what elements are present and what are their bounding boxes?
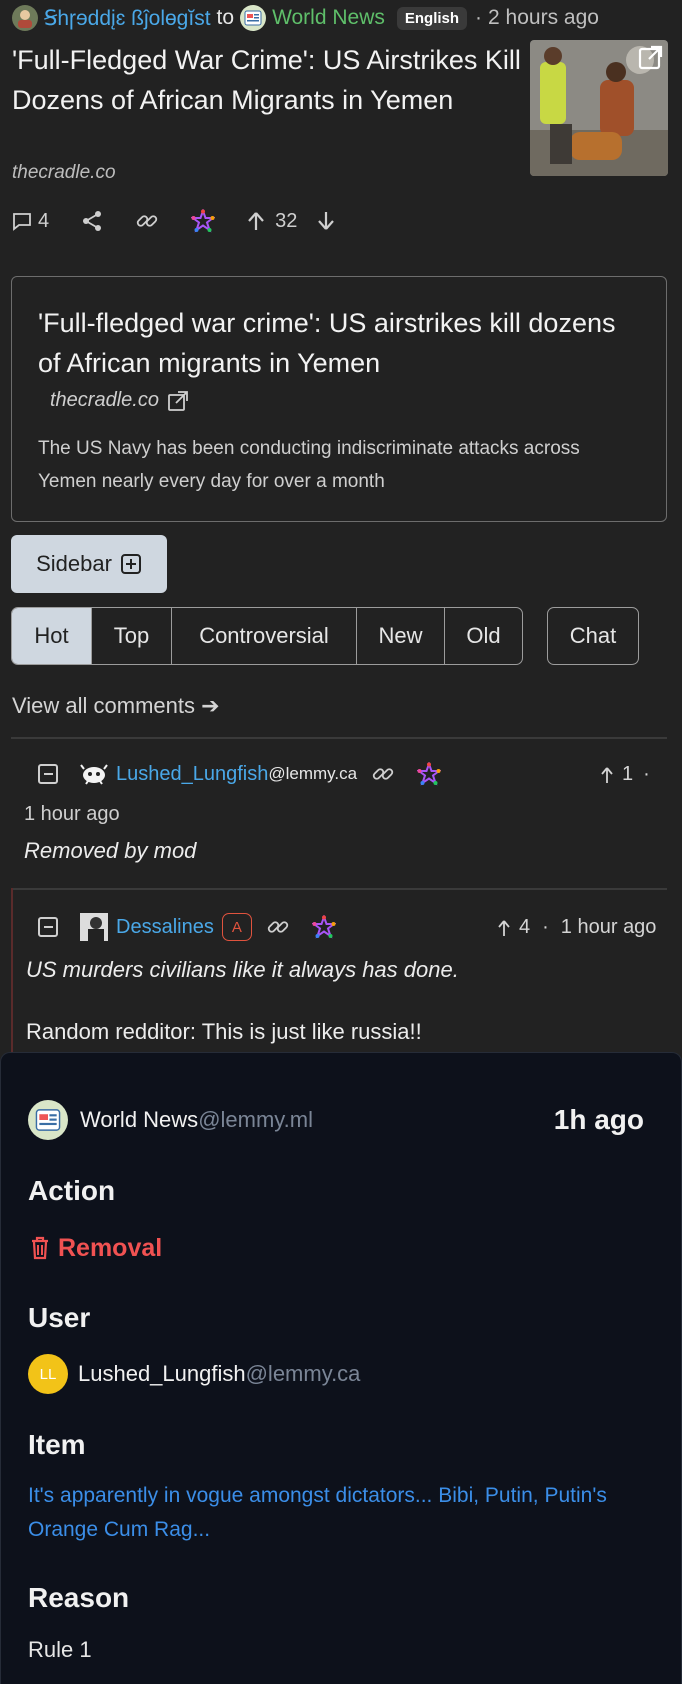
modlog-community-instance: @lemmy.ml	[198, 1107, 313, 1132]
embed-domain-text: thecradle.co	[50, 389, 159, 411]
copy-link-button[interactable]	[135, 209, 159, 233]
modlog-time: 1h ago	[553, 1104, 644, 1135]
post-score: 32	[275, 209, 298, 232]
plus-box-icon	[120, 554, 141, 574]
comments-button[interactable]: 4	[12, 210, 49, 233]
link-icon	[372, 768, 394, 780]
embed-domain[interactable]: thecradle.co	[50, 389, 189, 412]
modlog-item-link[interactable]: It's apparently in vogue amongst dictato…	[28, 1479, 658, 1547]
comment-time: 1 hour ago	[560, 916, 657, 938]
world-news-icon	[28, 1100, 68, 1140]
modlog-user-instance: @lemmy.ca	[245, 1361, 361, 1386]
fediverse-star-icon	[417, 762, 442, 786]
modlog-user-heading: User	[28, 1302, 91, 1333]
comment-username[interactable]: Lushed_Lungfish	[116, 763, 268, 786]
upvote-icon	[498, 919, 510, 936]
modlog-reason: Rule 1	[28, 1637, 92, 1662]
comment-score[interactable]: 4 · 1 hour ago	[497, 916, 656, 939]
modlog-username: Lushed_Lungfish	[78, 1361, 246, 1386]
to-text: to	[216, 6, 235, 29]
fediverse-star-icon	[311, 915, 336, 939]
chat-button[interactable]: Chat	[547, 607, 639, 665]
upvote-button[interactable]: 32	[247, 210, 297, 233]
language-badge: English	[396, 6, 468, 30]
downvote-icon	[318, 212, 335, 230]
user-initials-avatar: LL	[28, 1354, 68, 1394]
user-avatar-icon[interactable]	[80, 913, 108, 941]
modlog-community[interactable]: World News @lemmy.ml	[28, 1100, 313, 1140]
external-link-icon	[168, 390, 188, 411]
author-link[interactable]: Ꞩhɼɘddįɛ ßĵolɵgĭst	[44, 6, 211, 31]
collapse-icon[interactable]	[38, 917, 58, 937]
comment-header: Lushed_Lungfish @lemmy.ca	[38, 758, 442, 790]
share-icon	[83, 211, 102, 231]
meta-separator: ·	[475, 6, 483, 29]
post-actions: 4 32	[12, 206, 367, 236]
comment-sort-tabs: Hot Top Controversial New Old	[11, 607, 523, 665]
author-avatar-icon[interactable]	[12, 5, 38, 31]
comment-header: Dessalines A	[38, 911, 336, 943]
external-link-icon[interactable]	[638, 44, 664, 75]
sidebar-button[interactable]: Sidebar	[11, 535, 167, 593]
fediverse-star-icon	[191, 209, 216, 233]
sidebar-button-label: Sidebar	[36, 551, 112, 576]
embed-description: The US Navy has been conducting indiscri…	[38, 438, 580, 492]
comment-score[interactable]: 1 ·	[600, 763, 650, 786]
post-thumbnail[interactable]	[530, 40, 668, 176]
comment-body: Removed by mod	[24, 838, 197, 863]
comment-icon	[13, 213, 31, 231]
modlog-item-heading: Item	[28, 1429, 86, 1460]
comments-divider	[11, 737, 667, 739]
modlog-action-text: Removal	[58, 1233, 163, 1262]
comment-body-line-2: Random redditor: This is just like russi…	[26, 1019, 422, 1044]
comment-count: 4	[38, 209, 50, 232]
comments-divider	[11, 888, 667, 890]
view-all-comments-link[interactable]: View all comments ➔	[12, 693, 220, 719]
post-time: 2 hours ago	[488, 6, 599, 29]
link-icon	[267, 921, 288, 933]
post-domain[interactable]: thecradle.co	[12, 162, 116, 184]
sort-tab-new[interactable]: New	[357, 608, 445, 664]
world-news-icon[interactable]	[240, 5, 267, 31]
sort-tab-hot[interactable]: Hot	[12, 608, 92, 664]
admin-badge: A	[221, 913, 252, 941]
share-button[interactable]	[81, 210, 103, 232]
comment-body-line-1: US murders civilians like it always has …	[26, 957, 459, 982]
comment-username[interactable]: Dessalines	[116, 916, 214, 939]
sort-tab-old[interactable]: Old	[445, 608, 522, 664]
thread-line	[11, 888, 13, 1053]
post-title[interactable]: 'Full-Fledged War Crime': US Airstrikes …	[12, 40, 522, 120]
link-icon	[136, 215, 158, 227]
trash-icon	[32, 1236, 48, 1260]
fediverse-button[interactable]	[191, 209, 216, 233]
sort-tab-top[interactable]: Top	[92, 608, 172, 664]
post-meta: Ꞩhɼɘddįɛ ßĵolɵgĭst to World News English…	[12, 2, 599, 34]
user-avatar-icon[interactable]	[80, 760, 108, 788]
modlog-action-heading: Action	[28, 1175, 116, 1206]
community-link[interactable]: World News	[272, 6, 385, 30]
comment-user-instance[interactable]: @lemmy.ca	[268, 764, 357, 784]
modlog-community-name: World News	[80, 1107, 199, 1132]
collapse-icon[interactable]	[38, 764, 58, 784]
downvote-button[interactable]	[317, 211, 335, 231]
modlog-user[interactable]: LL Lushed_Lungfish @lemmy.ca	[28, 1354, 360, 1394]
modlog-reason-heading: Reason	[28, 1582, 130, 1613]
embed-title[interactable]: 'Full-fledged war crime': US airstrikes …	[38, 303, 638, 383]
upvote-icon	[601, 766, 613, 783]
upvote-icon	[248, 212, 264, 230]
comment-time: 1 hour ago	[24, 803, 120, 825]
modlog-action: Removal	[30, 1232, 162, 1264]
sort-tab-controversial[interactable]: Controversial	[172, 608, 357, 664]
link-embed-card[interactable]: 'Full-fledged war crime': US airstrikes …	[11, 276, 667, 522]
